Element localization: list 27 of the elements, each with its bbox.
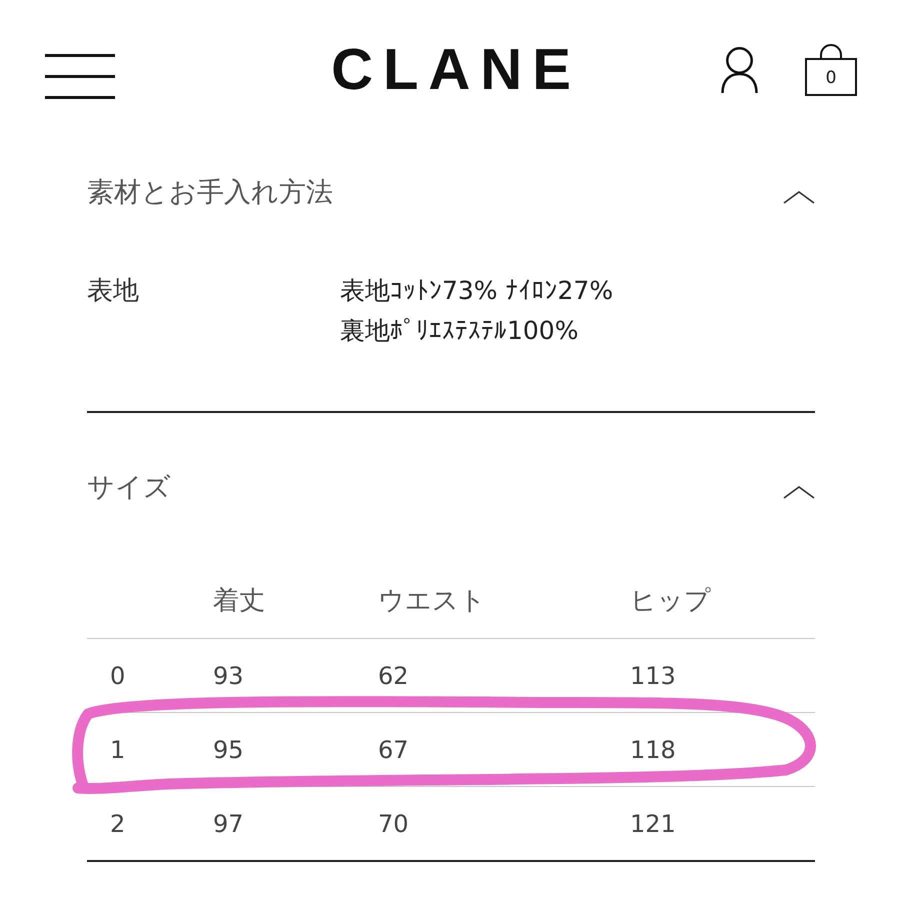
chevron-up-icon[interactable] — [783, 484, 815, 500]
detail-value: 表地ｺｯﾄﾝ73% ﾅｲﾛﾝ27% — [340, 275, 614, 307]
table-cell-text: 93 — [213, 662, 245, 690]
table-cell-text: 121 — [630, 810, 677, 838]
table-cell-text: 0 — [109, 662, 126, 690]
user-icon[interactable] — [721, 47, 758, 93]
table-cell-text: 62 — [378, 662, 410, 690]
bag-icon — [805, 44, 857, 96]
table-cell-text: 70 — [378, 810, 410, 838]
detail-label: 表地 — [87, 275, 140, 308]
section-title[interactable]: 素材とお手入れ方法 — [87, 178, 333, 208]
column-header: ウエスト — [378, 585, 487, 618]
column-header: 着丈 — [213, 585, 266, 618]
table-cell-text: 67 — [378, 736, 410, 764]
menu-icon[interactable] — [45, 54, 115, 98]
table-cell-text: 97 — [213, 810, 245, 838]
logo[interactable]: CLANE — [321, 41, 581, 99]
table-cell-text: 2 — [109, 810, 126, 838]
table-cell-text: 95 — [213, 736, 245, 764]
detail-value: 裏地ﾎﾟﾘｴｽﾃｽﾃﾙ100% — [340, 315, 580, 347]
table-cell-text: 113 — [630, 662, 677, 690]
chevron-up-icon[interactable] — [783, 190, 815, 204]
cart-button[interactable]: 0 — [805, 44, 857, 96]
table-cell-text: 1 — [109, 736, 126, 764]
column-header: ヒップ — [630, 585, 712, 618]
section-title[interactable]: サイズ — [87, 473, 171, 503]
table-cell-text: 118 — [630, 736, 677, 764]
